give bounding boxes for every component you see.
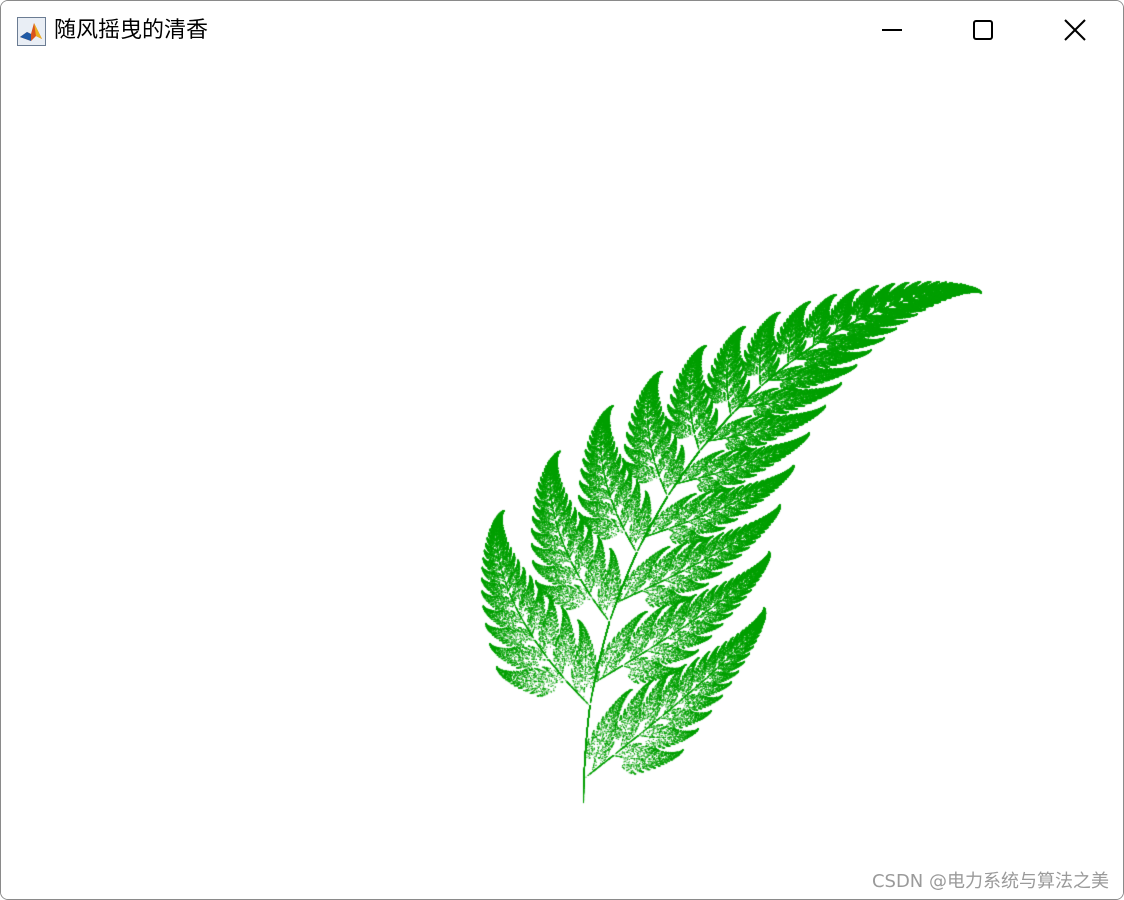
minimize-button[interactable] [846, 1, 938, 59]
fern-plot [1, 61, 1123, 899]
maximize-icon [972, 19, 994, 41]
close-button[interactable] [1029, 1, 1121, 59]
window-title: 随风摇曳的清香 [54, 16, 208, 46]
watermark: CSDN @电力系统与算法之美 [872, 867, 1109, 893]
matlab-icon [17, 17, 46, 46]
title-bar[interactable]: 随风摇曳的清香 [1, 1, 1123, 61]
figure-window: 随风摇曳的清香 CSDN @电力系统与算法之美 [0, 0, 1124, 900]
close-icon [1063, 18, 1087, 42]
minimize-icon [881, 19, 903, 41]
maximize-button[interactable] [937, 1, 1029, 59]
